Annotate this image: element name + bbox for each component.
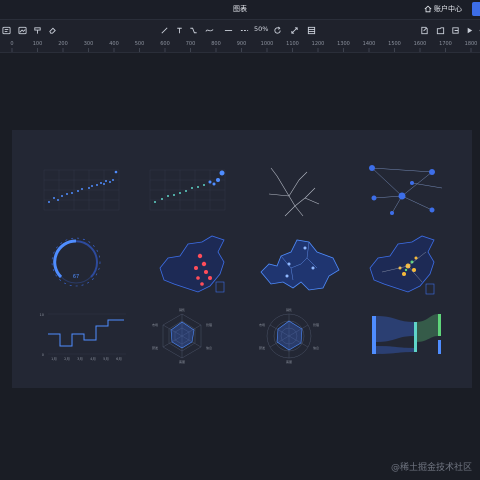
ruler-label: 400 bbox=[109, 41, 119, 47]
zoom-level[interactable]: 50% bbox=[254, 25, 268, 33]
toolbar: 50% bbox=[0, 19, 480, 41]
dash-style-icon[interactable] bbox=[238, 24, 250, 36]
side-panel-button[interactable] bbox=[472, 2, 480, 16]
step-x-tick: 4月 bbox=[90, 356, 96, 361]
horizontal-ruler: 0 100 200 300 400 500 600 700 800 900 1000 1100 1200… bbox=[0, 40, 480, 53]
gauge-value: 67 bbox=[73, 274, 79, 280]
template-icon[interactable] bbox=[305, 24, 317, 36]
step-y-tick-min: 0 bbox=[42, 353, 44, 357]
ruler-label: 300 bbox=[83, 41, 94, 47]
layers-icon[interactable] bbox=[0, 24, 12, 36]
radar-axis-label: 销售 bbox=[179, 307, 185, 312]
ruler-label: 700 bbox=[185, 41, 196, 47]
ruler-label: 600 bbox=[160, 41, 170, 47]
step-x-tick: 5月 bbox=[103, 356, 109, 361]
more-icon[interactable] bbox=[474, 24, 480, 36]
step-line-chart-widget[interactable]: 10 0 1月 2月 3月 4月 5月 6月 bbox=[34, 302, 144, 378]
ruler-label: 0 bbox=[10, 41, 14, 47]
ruler-label: 100 bbox=[32, 41, 43, 47]
radar-circle-widget[interactable]: 销售 管理 信息 客服 研发 市场 bbox=[247, 302, 357, 378]
refresh-icon[interactable] bbox=[271, 24, 283, 36]
account-center-label: 账户中心 bbox=[434, 5, 462, 13]
eraser-icon[interactable] bbox=[46, 24, 58, 36]
china-flow-map-widget[interactable] bbox=[352, 228, 462, 304]
step-x-tick: 6月 bbox=[116, 356, 122, 361]
radar-axis-label: 客服 bbox=[286, 359, 292, 364]
ruler-label: 1400 bbox=[362, 41, 376, 47]
ruler-label: 1600 bbox=[413, 41, 427, 47]
step-y-tick-max: 10 bbox=[40, 313, 44, 317]
radar-axis-label: 信息 bbox=[313, 345, 319, 350]
line-style-icon[interactable] bbox=[222, 24, 234, 36]
format-brush-icon[interactable] bbox=[31, 24, 43, 36]
radar-axis-label: 研发 bbox=[152, 345, 158, 350]
radar-axis-label: 研发 bbox=[259, 345, 265, 350]
ruler-label: 1000 bbox=[260, 41, 274, 47]
image-icon[interactable] bbox=[16, 24, 28, 36]
radar-axis-label: 市场 bbox=[152, 322, 158, 327]
radar-axis-label: 管理 bbox=[313, 322, 319, 327]
fit-screen-icon[interactable] bbox=[288, 24, 300, 36]
ruler-label: 1200 bbox=[311, 41, 325, 47]
ruler-label: 1700 bbox=[439, 41, 452, 47]
ruler-label: 1800 bbox=[464, 41, 478, 47]
line-tool-icon[interactable] bbox=[158, 24, 170, 36]
radar-axis-label: 信息 bbox=[206, 345, 212, 350]
watermark: @稀土掘金技术社区 bbox=[390, 463, 472, 473]
scatter-chart-widget[interactable] bbox=[34, 158, 144, 234]
bubble-scatter-chart-widget[interactable] bbox=[140, 158, 250, 234]
chart-board[interactable]: 67 10 0 1月 2月 3月 4月 5月 6月 销售 管理 信息 客服 研发… bbox=[12, 130, 472, 388]
radar-hexagon-widget[interactable]: 销售 管理 信息 客服 研发 市场 bbox=[140, 302, 250, 378]
home-icon bbox=[424, 5, 432, 13]
curve-tool-icon[interactable] bbox=[203, 24, 215, 36]
sankey-chart-widget[interactable] bbox=[352, 302, 462, 378]
title-bar: 图表 账户中心 bbox=[0, 0, 480, 18]
polyline-tool-icon[interactable] bbox=[187, 24, 199, 36]
ruler-label: 900 bbox=[236, 41, 247, 47]
document-title: 图表 bbox=[233, 5, 247, 13]
radar-axis-label: 管理 bbox=[206, 322, 212, 327]
china-map-markers-widget[interactable] bbox=[140, 228, 250, 304]
folder-icon[interactable] bbox=[434, 24, 446, 36]
relation-graph-widget[interactable] bbox=[352, 158, 462, 234]
ruler-label: 1100 bbox=[286, 41, 299, 47]
text-tool-icon[interactable] bbox=[173, 24, 185, 36]
account-center-button[interactable]: 账户中心 bbox=[424, 3, 462, 15]
tree-graph-widget[interactable] bbox=[247, 158, 357, 234]
ruler-label: 200 bbox=[58, 41, 68, 47]
ruler-label: 1300 bbox=[337, 41, 350, 47]
step-x-tick: 1月 bbox=[51, 356, 57, 361]
ruler-label: 1500 bbox=[388, 41, 401, 47]
new-file-icon[interactable] bbox=[418, 24, 430, 36]
step-x-tick: 2月 bbox=[64, 356, 70, 361]
ruler-label: 500 bbox=[134, 41, 145, 47]
radar-axis-label: 市场 bbox=[259, 322, 265, 327]
province-map-widget[interactable] bbox=[247, 228, 357, 304]
export-icon[interactable] bbox=[449, 24, 461, 36]
step-x-tick: 3月 bbox=[77, 356, 83, 361]
gauge-chart-widget[interactable]: 67 bbox=[34, 228, 144, 304]
ruler-label: 800 bbox=[211, 41, 221, 47]
radar-axis-label: 客服 bbox=[179, 359, 185, 364]
radar-axis-label: 销售 bbox=[286, 307, 292, 312]
